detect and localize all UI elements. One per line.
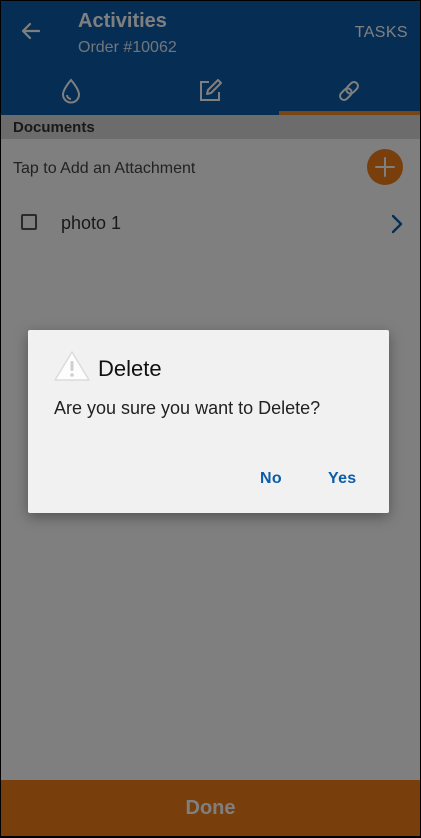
dialog-title: Delete xyxy=(98,356,162,381)
delete-dialog: Delete Are you sure you want to Delete? … xyxy=(28,330,389,513)
no-button[interactable]: No xyxy=(254,466,288,492)
warning-icon xyxy=(54,351,90,381)
yes-button[interactable]: Yes xyxy=(322,466,363,492)
activities-screen: Activities Order #10062 TASKS xyxy=(1,1,420,836)
dialog-message: Are you sure you want to Delete? xyxy=(54,398,321,418)
